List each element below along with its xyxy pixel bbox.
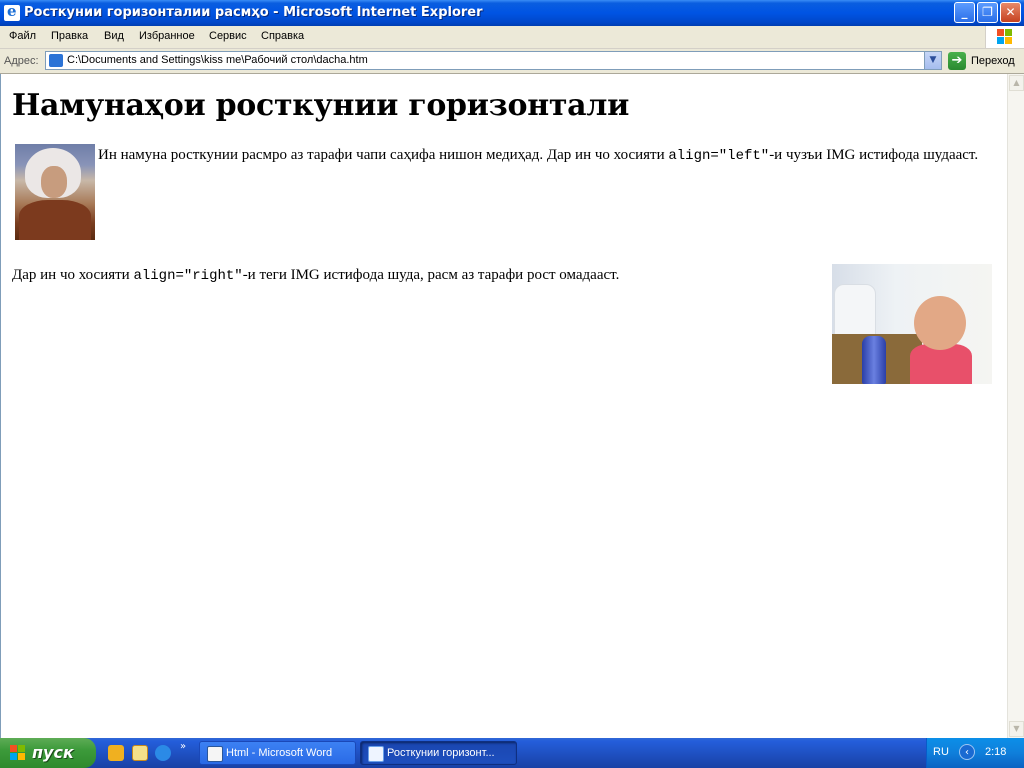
- go-arrow-icon[interactable]: ➔: [948, 52, 966, 70]
- show-desktop-icon[interactable]: [132, 745, 148, 761]
- windows-logo-icon: [985, 26, 1024, 48]
- menu-favorites[interactable]: Избранное: [139, 30, 195, 42]
- taskbar-item-ie[interactable]: Росткунии горизонт...: [360, 741, 517, 765]
- page-icon: [49, 54, 63, 67]
- title-bar[interactable]: Росткунии горизонталии расмҳо - Microsof…: [0, 0, 1024, 26]
- para1-code: align="left": [668, 148, 770, 164]
- ie-icon: [368, 746, 384, 762]
- page-viewport: [0, 74, 1007, 738]
- page-heading: Намунаҳои росткунии горизонтали: [12, 88, 630, 123]
- menu-bar: Файл Правка Вид Избранное Сервис Справка: [0, 26, 1024, 49]
- para2-code: align="right": [133, 268, 243, 284]
- taskbar-item-word[interactable]: Html - Microsoft Word: [199, 741, 356, 765]
- ie-icon: [4, 2, 20, 21]
- chevron-icon[interactable]: »: [180, 741, 186, 752]
- address-label: Адрес:: [4, 55, 39, 67]
- start-label: пуск: [32, 743, 74, 762]
- taskbar: пуск » Html - Microsoft Word Росткунии г…: [0, 738, 1024, 768]
- go-button[interactable]: Переход: [971, 55, 1015, 67]
- quicklaunch-flash-icon[interactable]: [108, 745, 124, 761]
- maximize-button[interactable]: ❐: [977, 2, 998, 23]
- minimize-button[interactable]: _: [954, 2, 975, 23]
- para1-text-after: -и чузъи IMG истифода шудааст.: [769, 147, 979, 163]
- para2-text-before: Дар ин чо хосияти: [12, 267, 134, 283]
- menu-file[interactable]: Файл: [9, 30, 36, 42]
- photo-woman: [15, 144, 95, 240]
- start-button[interactable]: пуск: [0, 738, 96, 768]
- photo-child: [832, 264, 992, 384]
- paragraph-right-align: Дар ин чо хосияти align="right"-и теги I…: [12, 265, 822, 285]
- word-icon: [207, 746, 223, 762]
- address-input[interactable]: C:\Documents and Settings\kiss me\Рабочи…: [45, 51, 942, 70]
- menu-view[interactable]: Вид: [104, 30, 124, 42]
- clock[interactable]: 2:18: [985, 746, 1006, 758]
- menu-edit[interactable]: Правка: [51, 30, 88, 42]
- taskbar-item-label: Росткунии горизонт...: [387, 747, 495, 759]
- tray-collapse-icon[interactable]: ‹: [959, 744, 975, 760]
- para2-text-after: -и теги IMG истифода шуда, расм аз тараф…: [242, 267, 620, 283]
- window-title: Росткунии горизонталии расмҳо - Microsof…: [24, 5, 483, 20]
- scroll-up-icon[interactable]: ▲: [1009, 75, 1024, 91]
- windows-flag-icon: [10, 745, 26, 761]
- address-dropdown-icon[interactable]: ▼: [924, 52, 941, 69]
- ie-quicklaunch-icon[interactable]: [155, 745, 171, 761]
- taskbar-item-label: Html - Microsoft Word: [226, 747, 333, 759]
- close-button[interactable]: ✕: [1000, 2, 1021, 23]
- scroll-down-icon[interactable]: ▼: [1009, 721, 1024, 737]
- menu-help[interactable]: Справка: [261, 30, 304, 42]
- system-tray: RU ‹ 2:18: [926, 738, 1024, 768]
- paragraph-left-align: Ин намуна росткунии расмро аз тарафи чап…: [98, 145, 988, 165]
- address-url: C:\Documents and Settings\kiss me\Рабочи…: [67, 54, 368, 66]
- address-bar: Адрес: C:\Documents and Settings\kiss me…: [0, 49, 1024, 74]
- para1-text-before: Ин намуна росткунии расмро аз тарафи чап…: [98, 147, 669, 163]
- menu-tools[interactable]: Сервис: [209, 30, 247, 42]
- vertical-scrollbar[interactable]: ▲ ▼: [1007, 74, 1024, 738]
- language-indicator[interactable]: RU: [933, 746, 949, 758]
